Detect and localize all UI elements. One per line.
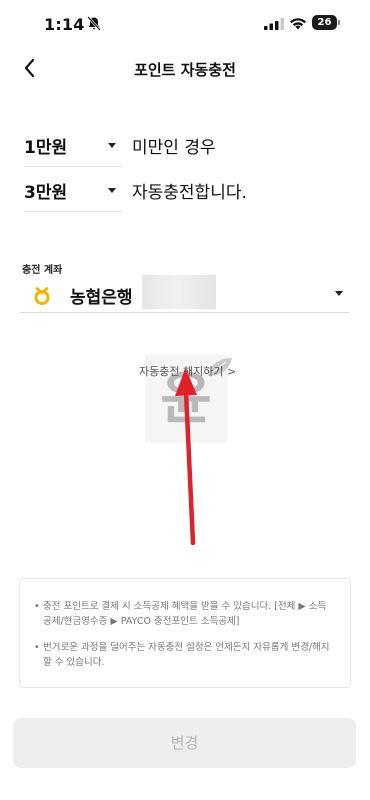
notice-bullet: • (34, 601, 40, 612)
threshold-condition-text: 미만인 경우 (132, 138, 216, 158)
change-button[interactable]: 변경 (13, 718, 356, 768)
page-title: 포인트 자동충전 (134, 61, 236, 79)
battery-indicator: 26 (312, 15, 337, 30)
threshold-amount-value: 1만원 (24, 138, 68, 158)
nav-header: 포인트 자동충전 (0, 46, 370, 90)
threshold-amount-dropdown[interactable]: 1만원 (24, 131, 122, 167)
charge-condition-text: 자동충전합니다. (132, 183, 247, 203)
account-select-dropdown[interactable]: 농협은행 (20, 275, 350, 313)
account-section-label: 충전 계좌 (22, 265, 63, 276)
bell-slash-icon (87, 16, 101, 31)
notice-box: • 충전 포인트로 결제 시 소득공제 혜택을 받을 수 있습니다. [전체 ▶… (19, 578, 351, 688)
cellular-signal-icon (264, 18, 284, 30)
cancel-auto-charge-link[interactable]: 자동충전 해지하기 > (139, 363, 236, 379)
status-time: 1:14 (44, 15, 85, 34)
notice-text: 충전 포인트로 결제 시 소득공제 혜택을 받을 수 있습니다. [전체 ▶ 소… (43, 601, 327, 627)
caret-down-icon (335, 291, 343, 296)
wifi-icon (290, 18, 306, 30)
caret-down-icon (108, 143, 116, 148)
battery-tip (338, 20, 340, 25)
redacted-account-number (142, 275, 216, 309)
status-bar: 1:14 26 (0, 0, 370, 46)
caret-down-icon (108, 188, 116, 193)
bank-name: 농협은행 (70, 288, 133, 308)
charge-amount-value: 3만원 (24, 183, 68, 203)
notice-bullet: • (34, 642, 40, 653)
notice-text: 번거로운 과정을 덜어주는 자동충전 설정은 언제든지 자유롭게 변경/해지할 … (43, 642, 330, 668)
charge-amount-dropdown[interactable]: 3만원 (24, 176, 122, 212)
nonghyup-logo-icon (34, 287, 50, 305)
